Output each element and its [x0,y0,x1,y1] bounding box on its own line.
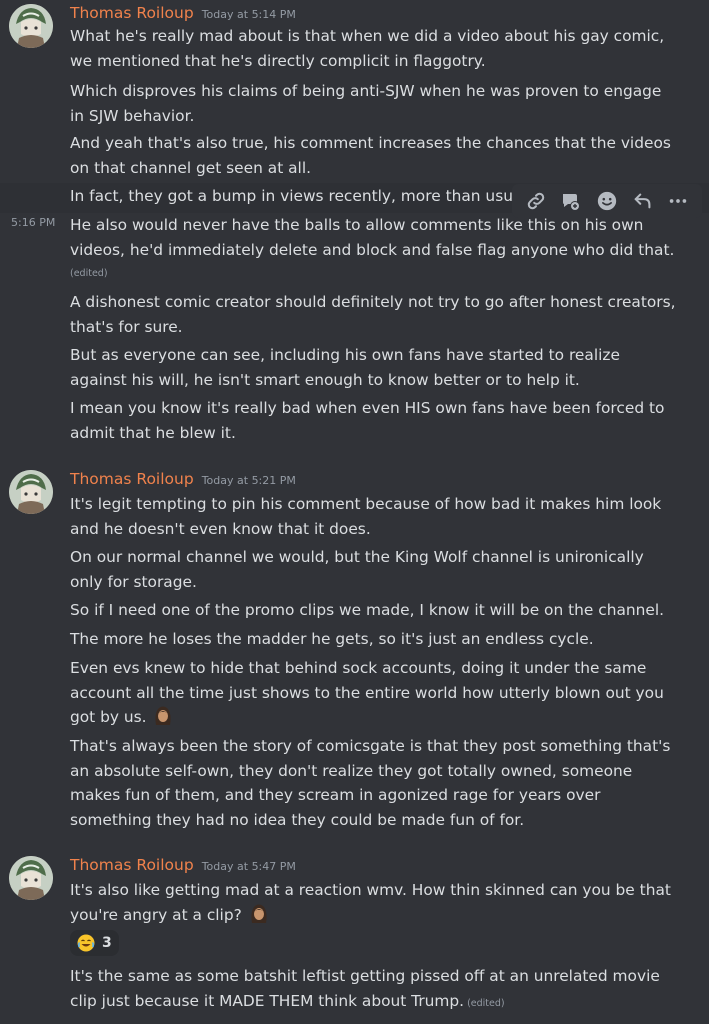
hover-timestamp[interactable]: 5:16 PM [11,216,55,229]
link-icon[interactable] [522,187,550,215]
message-text-content: It's the same as some batshit leftist ge… [70,967,660,1010]
message-group: Thomas Roiloup Today at 5:47 PM It's also… [0,855,709,1020]
message-header: Thomas Roiloup Today at 5:21 PM [70,469,296,491]
more-icon[interactable] [664,187,692,215]
message-text: It's legit tempting to pin his comment b… [70,495,662,538]
custom-emoji-icon[interactable] [153,705,173,727]
author-name[interactable]: Thomas Roiloup [70,470,194,488]
message-timestamp[interactable]: Today at 5:14 PM [202,8,296,21]
message-text-content: It's also like getting mad at a reaction… [70,881,671,924]
avatar[interactable] [9,470,53,514]
message-text: It's the same as some batshit leftist ge… [70,964,680,1016]
message-text: It's also like getting mad at a reaction… [70,878,680,927]
thread-icon[interactable] [557,187,585,215]
chat-messages: Thomas Roiloup Today at 5:14 PM What he's… [0,0,709,1024]
reaction-button[interactable]: 3 [70,930,119,956]
avatar[interactable] [9,4,53,48]
message-group: Thomas Roiloup Today at 5:14 PM What he's… [0,3,709,443]
message-text: Which disproves his claims of being anti… [70,82,662,125]
message-text: On our normal channel we would, but the … [70,548,644,591]
message-text: The more he loses the madder he gets, so… [70,630,594,648]
avatar[interactable] [9,856,53,900]
message-text: But as everyone can see, including his o… [70,346,620,389]
custom-emoji-icon[interactable] [249,903,269,925]
message-group: Thomas Roiloup Today at 5:21 PM It's legi… [0,469,709,839]
message-header: Thomas Roiloup Today at 5:14 PM [70,3,296,25]
message-text: That's always been the story of comicsga… [70,737,671,829]
add-reaction-icon[interactable] [593,187,621,215]
message-text: So if I need one of the promo clips we m… [70,601,665,619]
edited-label: (edited) [70,268,108,279]
reply-icon[interactable] [629,187,657,215]
message-text: Even evs knew to hide that behind sock a… [70,656,680,730]
message-timestamp[interactable]: Today at 5:21 PM [202,474,296,487]
message-text: What he's really mad about is that when … [70,27,665,70]
message-text: He also would never have the balls to al… [70,216,675,259]
joy-emoji-icon [77,934,95,952]
reaction-count: 3 [102,935,112,951]
message-text: I mean you know it's really bad when eve… [70,399,665,442]
message-text: A dishonest comic creator should definit… [70,293,676,336]
message-header: Thomas Roiloup Today at 5:47 PM [70,855,296,877]
edited-label: (edited) [467,997,505,1009]
message-text: And yeah that's also true, his comment i… [70,134,671,177]
message-actions-toolbar [512,184,702,218]
author-name[interactable]: Thomas Roiloup [70,856,194,874]
message-timestamp[interactable]: Today at 5:47 PM [202,860,296,873]
author-name[interactable]: Thomas Roiloup [70,4,194,22]
